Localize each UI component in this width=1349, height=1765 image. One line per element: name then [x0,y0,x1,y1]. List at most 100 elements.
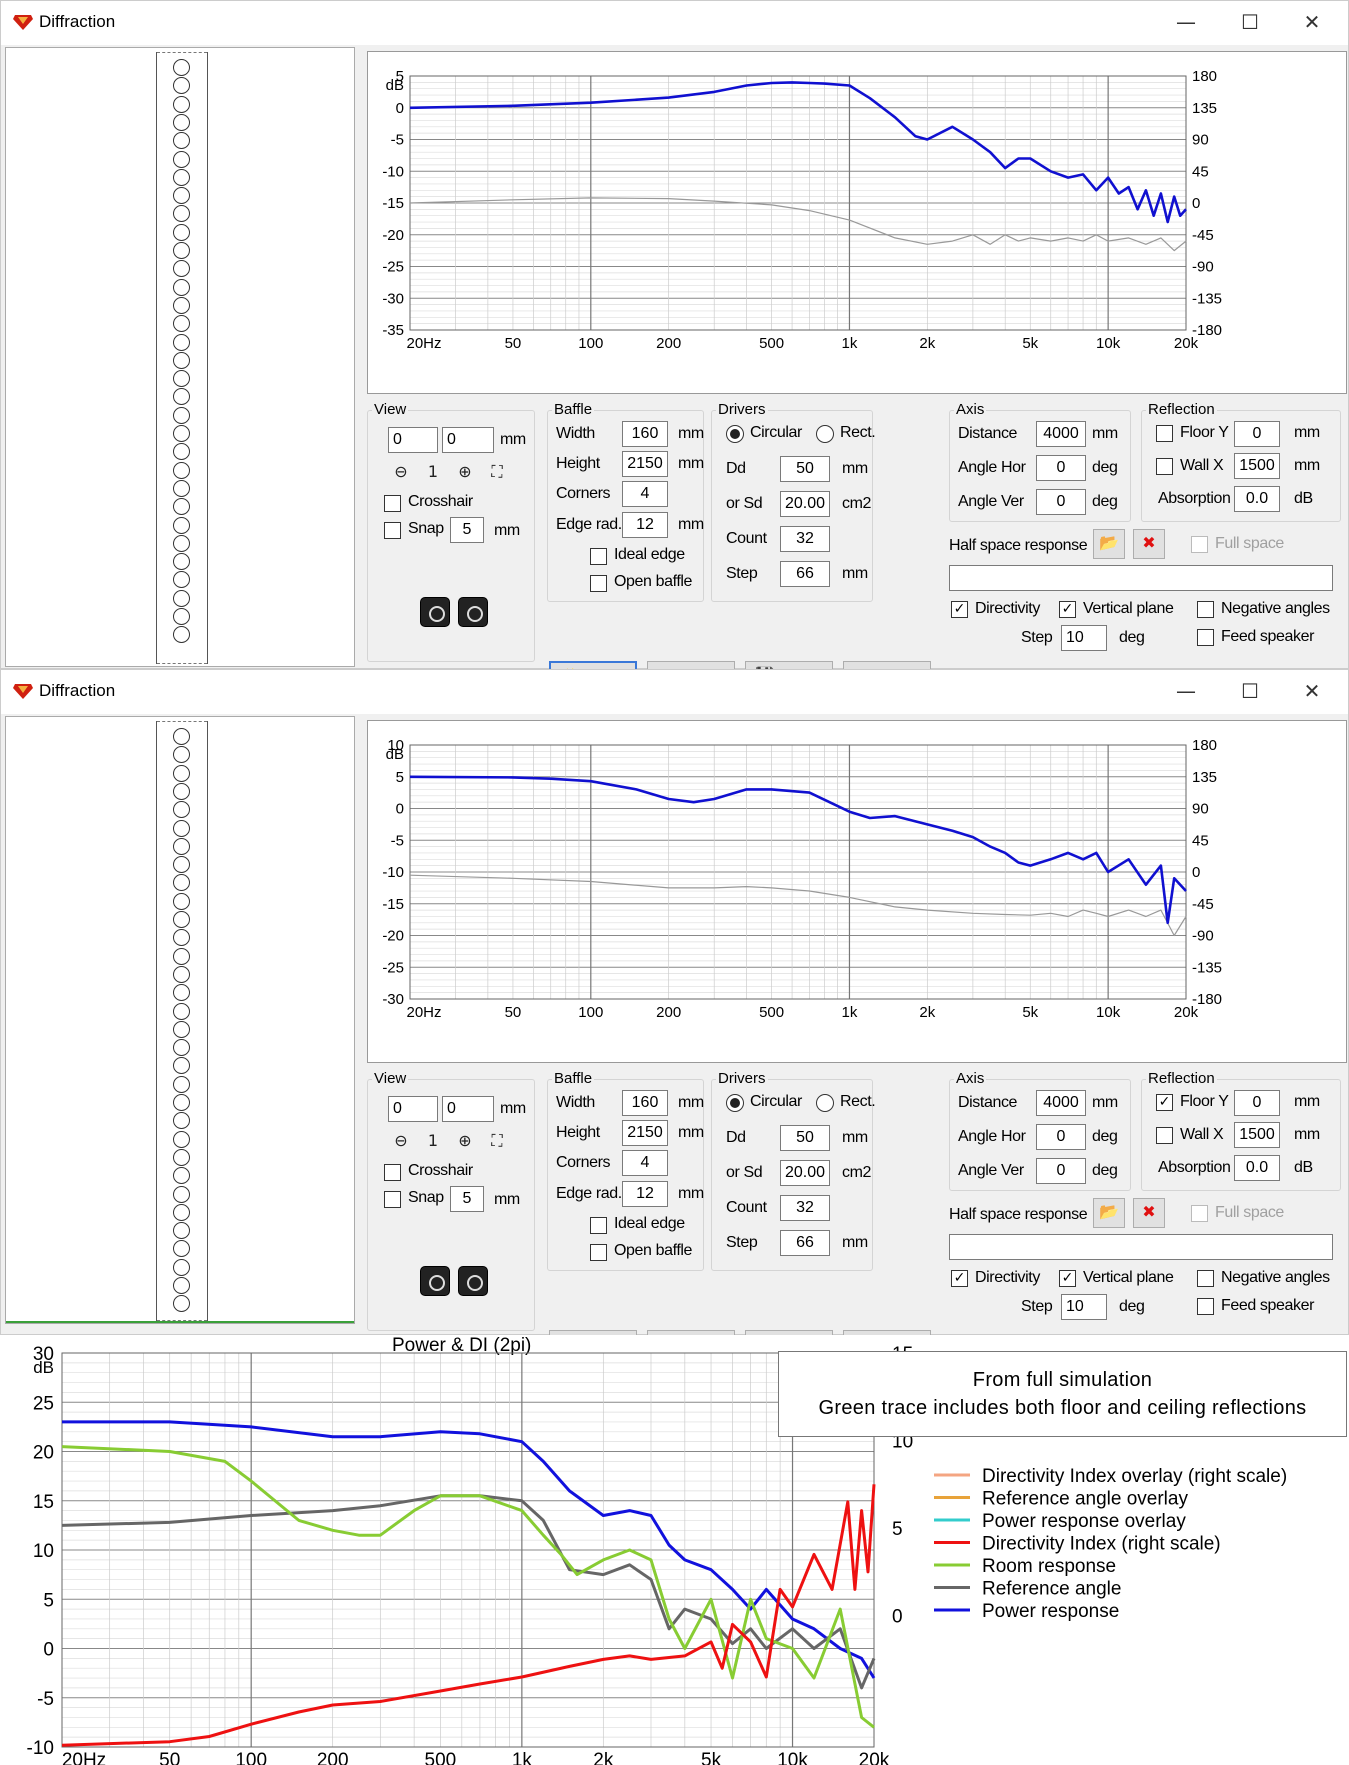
x-tick-label: 2k [593,1750,614,1765]
vertical-plane-checkbox[interactable]: ✓ [1059,601,1076,618]
driver-array-stack [156,721,208,1321]
drivers-count-input[interactable]: 32 [780,1195,830,1221]
circular-radio[interactable] [726,425,744,443]
baffle-edge-unit: mm [678,1185,704,1202]
close-icon[interactable]: ✕ [1294,676,1330,706]
screenshot-camera-red-icon[interactable] [458,1266,488,1296]
wall-input[interactable]: 1500 [1234,1122,1280,1148]
negative-angles-checkbox[interactable] [1197,601,1214,618]
baffle-preview-pane[interactable] [5,716,355,1324]
baffle-height-input[interactable]: 2150 [622,1120,668,1146]
maximize-icon[interactable]: ☐ [1232,7,1268,37]
view-x-input[interactable]: 0 [388,427,438,453]
close-icon[interactable]: ✕ [1294,7,1330,37]
directivity-checkbox[interactable]: ✓ [951,1270,968,1287]
series-directivity-index-right-scale- [61,1484,876,1747]
wall-checkbox[interactable] [1156,458,1173,475]
negative-angles-checkbox[interactable] [1197,1270,1214,1287]
axis-ver-input[interactable]: 0 [1036,489,1086,515]
drivers-sd-input[interactable]: 20.00 [780,1160,830,1186]
screenshot-camera-icon[interactable] [420,1266,450,1296]
feed-speaker-checkbox[interactable] [1197,1298,1214,1315]
snap-input[interactable]: 5 [450,517,484,543]
ideal-edge-checkbox[interactable] [590,1217,607,1234]
full-space-checkbox[interactable] [1191,1205,1208,1222]
phase-tick-label: -135 [1192,959,1222,976]
snap-checkbox[interactable] [384,1191,401,1208]
drivers-sd-input[interactable]: 20.00 [780,491,830,517]
view-x-input[interactable]: 0 [388,1096,438,1122]
open-folder-icon[interactable]: 📂 [1093,1198,1125,1228]
absorption-input[interactable]: 0.0 [1234,1155,1280,1181]
delete-x-icon[interactable]: ✖ [1133,529,1165,559]
open-baffle-checkbox[interactable] [590,1244,607,1261]
floor-checkbox[interactable] [1156,425,1173,442]
rect-radio[interactable] [816,1094,834,1112]
directivity-step-input[interactable]: 10 [1061,625,1107,651]
screenshot-camera-red-icon[interactable] [458,597,488,627]
wall-input[interactable]: 1500 [1234,453,1280,479]
minimize-icon[interactable]: — [1168,7,1204,37]
half-space-file-input[interactable] [949,1234,1333,1260]
x-tick-label: 20k [1174,1004,1199,1021]
view-y-input[interactable]: 0 [442,1096,494,1122]
feed-speaker-checkbox[interactable] [1197,629,1214,646]
floor-input[interactable]: 0 [1234,1090,1280,1116]
crosshair-checkbox[interactable] [384,495,401,512]
rect-radio[interactable] [816,425,834,443]
baffle-height-input[interactable]: 2150 [622,451,668,477]
crosshair-checkbox[interactable] [384,1164,401,1181]
axis-hor-input[interactable]: 0 [1036,1124,1086,1150]
floor-input[interactable]: 0 [1234,421,1280,447]
baffle-edge-input[interactable]: 12 [622,512,668,538]
absorption-input[interactable]: 0.0 [1234,486,1280,512]
zoom-in-icon[interactable]: ⊕ [450,459,480,487]
drivers-dd-input[interactable]: 50 [780,456,830,482]
baffle-width-input[interactable]: 160 [622,1090,668,1116]
driver-circle [173,315,190,333]
driver-circle [173,801,190,819]
circular-radio[interactable] [726,1094,744,1112]
zoom-out-icon[interactable]: ⊖ [386,459,416,487]
delete-x-icon[interactable]: ✖ [1133,1198,1165,1228]
ideal-edge-checkbox[interactable] [590,548,607,565]
baffle-preview-pane[interactable] [5,47,355,667]
floor-checkbox[interactable]: ✓ [1156,1094,1173,1111]
maximize-icon[interactable]: ☐ [1232,676,1268,706]
zoom-1to1-icon[interactable]: 1 [418,1128,448,1156]
axis-hor-input[interactable]: 0 [1036,455,1086,481]
axis-distance-input[interactable]: 4000 [1036,421,1086,447]
screenshot-camera-icon[interactable] [420,597,450,627]
axis-ver-input[interactable]: 0 [1036,1158,1086,1184]
drivers-step-input[interactable]: 66 [780,1230,830,1256]
baffle-corners-input[interactable]: 4 [622,1150,668,1176]
directivity-step-unit: deg [1119,629,1145,646]
snap-checkbox[interactable] [384,522,401,539]
snap-input[interactable]: 5 [450,1186,484,1212]
driver-circle [173,150,190,168]
half-space-file-input[interactable] [949,565,1333,591]
drivers-count-input[interactable]: 32 [780,526,830,552]
zoom-out-icon[interactable]: ⊖ [386,1128,416,1156]
title-bar: Diffraction — ☐ ✕ [1,1,1348,45]
open-folder-icon[interactable]: 📂 [1093,529,1125,559]
drivers-step-input[interactable]: 66 [780,561,830,587]
axis-distance-input[interactable]: 4000 [1036,1090,1086,1116]
view-unit-label: mm [500,431,526,448]
baffle-width-input[interactable]: 160 [622,421,668,447]
full-space-checkbox[interactable] [1191,536,1208,553]
directivity-step-input[interactable]: 10 [1061,1294,1107,1320]
drivers-dd-input[interactable]: 50 [780,1125,830,1151]
fit-view-icon[interactable]: ⛶ [482,459,512,487]
fit-view-icon[interactable]: ⛶ [482,1128,512,1156]
wall-checkbox[interactable] [1156,1127,1173,1144]
zoom-in-icon[interactable]: ⊕ [450,1128,480,1156]
open-baffle-checkbox[interactable] [590,575,607,592]
baffle-edge-input[interactable]: 12 [622,1181,668,1207]
view-y-input[interactable]: 0 [442,427,494,453]
directivity-checkbox[interactable]: ✓ [951,601,968,618]
zoom-1to1-icon[interactable]: 1 [418,459,448,487]
vertical-plane-checkbox[interactable]: ✓ [1059,1270,1076,1287]
baffle-corners-input[interactable]: 4 [622,481,668,507]
minimize-icon[interactable]: — [1168,676,1204,706]
